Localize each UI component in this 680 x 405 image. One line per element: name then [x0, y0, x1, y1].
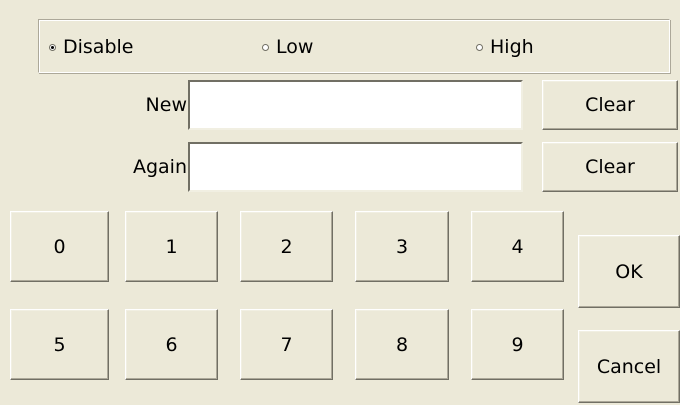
key-6-button[interactable]: 6	[125, 309, 218, 380]
ok-button[interactable]: OK	[578, 235, 680, 308]
key-8-button[interactable]: 8	[355, 309, 449, 380]
key-4-button[interactable]: 4	[471, 211, 564, 282]
radio-low-label: Low	[276, 36, 314, 58]
radio-disable-label: Disable	[63, 36, 134, 58]
clear-again-button[interactable]: Clear	[542, 142, 678, 192]
radio-high-label: High	[490, 36, 534, 58]
key-0-button[interactable]: 0	[10, 211, 109, 282]
radio-low-indicator[interactable]	[262, 43, 269, 51]
key-7-button[interactable]: 7	[240, 309, 333, 380]
security-level-group: Disable Low High	[38, 19, 670, 73]
radio-high[interactable]: High	[476, 20, 534, 74]
key-3-button[interactable]: 3	[355, 211, 449, 282]
radio-high-indicator[interactable]	[476, 43, 483, 51]
again-password-input[interactable]	[188, 142, 523, 192]
cancel-button[interactable]: Cancel	[578, 330, 680, 403]
key-9-button[interactable]: 9	[471, 309, 564, 380]
key-1-button[interactable]: 1	[125, 211, 218, 282]
clear-new-button[interactable]: Clear	[542, 80, 678, 130]
radio-disable-indicator[interactable]	[49, 43, 56, 51]
new-password-label: New	[145, 94, 187, 116]
key-5-button[interactable]: 5	[10, 309, 109, 380]
key-2-button[interactable]: 2	[240, 211, 333, 282]
radio-low[interactable]: Low	[262, 20, 313, 74]
radio-disable[interactable]: Disable	[49, 20, 133, 74]
again-password-label: Again	[132, 156, 187, 178]
new-password-input[interactable]	[188, 80, 523, 130]
